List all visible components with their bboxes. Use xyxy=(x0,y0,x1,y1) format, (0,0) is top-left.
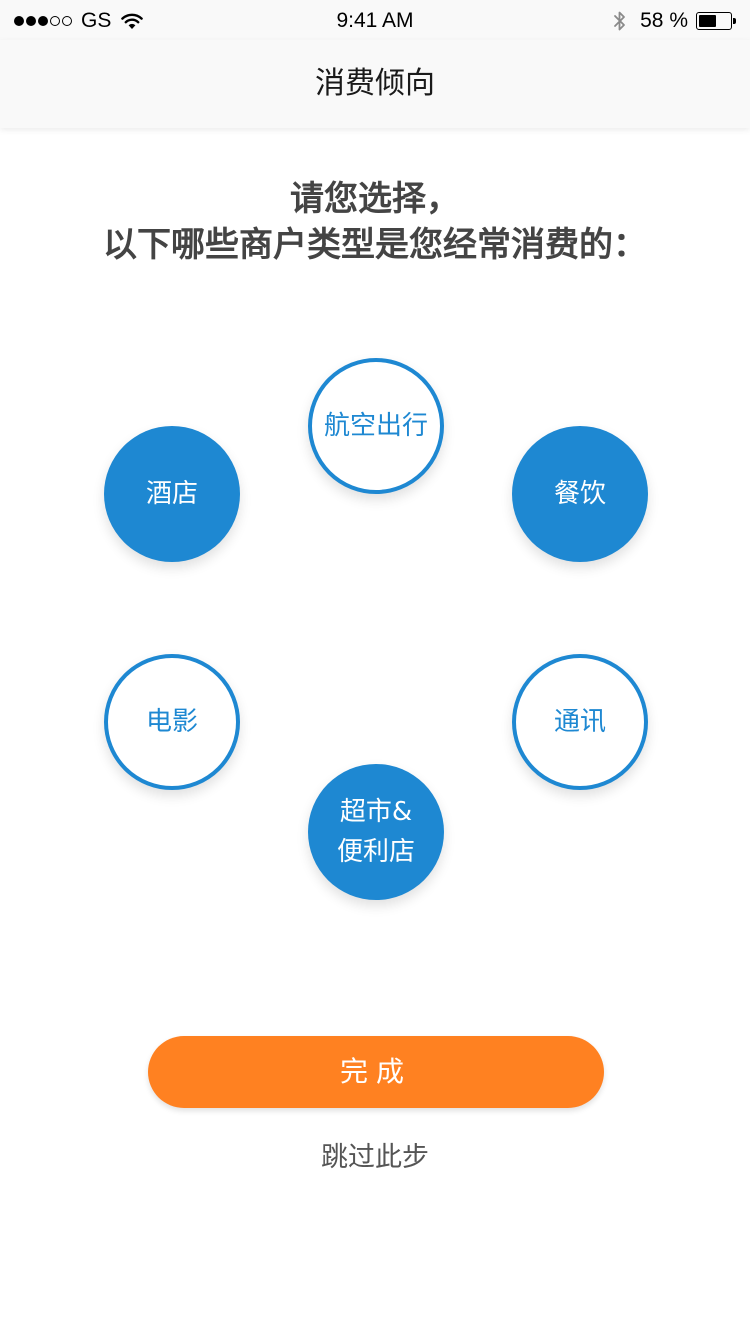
status-right: 58 % xyxy=(612,6,736,36)
category-label: 电影 xyxy=(145,707,198,737)
page-title: 消费倾向 xyxy=(315,66,435,101)
bluetooth-icon xyxy=(614,11,626,31)
category-dining[interactable]: 餐饮 xyxy=(512,426,648,562)
category-label: 餐饮 xyxy=(553,479,606,509)
category-label: 酒店 xyxy=(145,479,198,509)
category-label: 通讯 xyxy=(553,707,606,737)
nav-bar: 消费倾向 xyxy=(0,40,750,128)
battery-body xyxy=(696,12,732,30)
battery-percentage: 58 % xyxy=(640,9,688,32)
status-bar: GS 9:41 AM 58 % xyxy=(0,0,750,40)
category-label: 航空出行 xyxy=(323,411,428,441)
battery-tip xyxy=(733,18,736,24)
battery-icon xyxy=(696,12,736,30)
selection-prompt: 请您选择， 以下哪些商户类型是您经常消费的： xyxy=(0,176,750,268)
prompt-line-1: 请您选择， xyxy=(290,179,460,219)
category-label: 超市&便利店 xyxy=(336,797,415,867)
category-hotel[interactable]: 酒店 xyxy=(104,426,240,562)
battery-fill xyxy=(699,15,717,27)
prompt-line-2: 以下哪些商户类型是您经常消费的： xyxy=(103,225,647,265)
category-supermarket-convenience[interactable]: 超市&便利店 xyxy=(308,764,444,900)
skip-link[interactable]: 跳过此步 xyxy=(0,1138,750,1178)
done-button[interactable]: 完成 xyxy=(148,1036,604,1108)
category-airline-travel[interactable]: 航空出行 xyxy=(308,358,444,494)
category-movie[interactable]: 电影 xyxy=(104,654,240,790)
category-telecom[interactable]: 通讯 xyxy=(512,654,648,790)
